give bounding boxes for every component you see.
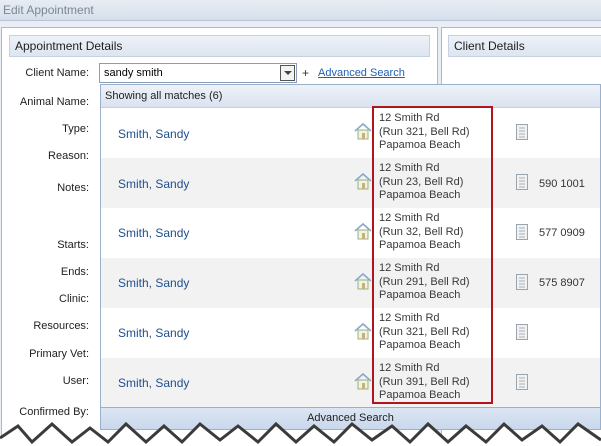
address-street: 12 Smith Rd (379, 212, 440, 224)
match-row[interactable]: Smith, Sandy 12 Smith Rd (Run 23, Bell R… (101, 158, 600, 208)
ends-label: Ends: (60, 266, 89, 278)
address-suburb: Papamoa Beach (379, 189, 461, 201)
clinic-label: Clinic: (59, 293, 89, 305)
dropdown-advanced-search-button[interactable]: Advanced Search (101, 407, 600, 429)
house-icon (354, 272, 372, 290)
user-label: User: (62, 375, 89, 387)
match-client-name[interactable]: Smith, Sandy (118, 326, 189, 340)
address-street: 12 Smith Rd (379, 112, 440, 124)
appointment-details-header: Appointment Details (9, 35, 430, 57)
match-phone: 575 8907 (539, 277, 585, 289)
phone-icon (516, 224, 528, 240)
address-run: (Run 391, Bell Rd) (379, 375, 470, 388)
house-icon (354, 222, 372, 240)
match-client-name[interactable]: Smith, Sandy (118, 226, 189, 240)
match-address: 12 Smith Rd (Run 23, Bell Rd) Papamoa Be… (379, 162, 463, 203)
chevron-down-icon[interactable] (280, 65, 295, 81)
match-phone: 577 0909 (539, 227, 585, 239)
match-address: 12 Smith Rd (Run 32, Bell Rd) Papamoa Be… (379, 212, 463, 253)
client-matches-dropdown: Showing all matches (6) Smith, Sandy 12 … (100, 84, 601, 430)
reason-label: Reason: (48, 150, 89, 162)
phone-icon (516, 174, 528, 190)
client-name-input-value[interactable]: sandy smith (104, 67, 163, 79)
address-suburb: Papamoa Beach (379, 139, 461, 151)
match-client-name[interactable]: Smith, Sandy (118, 177, 189, 191)
match-address: 12 Smith Rd (Run 321, Bell Rd) Papamoa B… (379, 312, 470, 353)
client-name-combobox[interactable]: sandy smith (99, 63, 297, 83)
address-street: 12 Smith Rd (379, 162, 440, 174)
client-details-header: Client Details (448, 35, 601, 57)
type-label: Type: (62, 123, 89, 135)
phone-icon (516, 274, 528, 290)
match-phone: 590 1001 (539, 178, 585, 190)
window-title: Edit Appointment (0, 0, 601, 21)
match-address: 12 Smith Rd (Run 391, Bell Rd) Papamoa B… (379, 362, 470, 403)
address-suburb: Papamoa Beach (379, 389, 461, 401)
match-row[interactable]: Smith, Sandy 12 Smith Rd (Run 321, Bell … (101, 308, 600, 358)
address-suburb: Papamoa Beach (379, 289, 461, 301)
address-street: 12 Smith Rd (379, 262, 440, 274)
notes-label: Notes: (57, 182, 89, 194)
match-client-name[interactable]: Smith, Sandy (118, 376, 189, 390)
house-icon (354, 172, 372, 190)
phone-icon (516, 124, 528, 140)
phone-icon (516, 374, 528, 390)
match-row[interactable]: Smith, Sandy 12 Smith Rd (Run 321, Bell … (101, 108, 600, 158)
house-icon (354, 322, 372, 340)
address-street: 12 Smith Rd (379, 362, 440, 374)
match-row[interactable]: Smith, Sandy 12 Smith Rd (Run 391, Bell … (101, 358, 600, 408)
client-name-label: Client Name: (25, 67, 89, 79)
starts-label: Starts: (57, 239, 89, 251)
match-row[interactable]: Smith, Sandy 12 Smith Rd (Run 291, Bell … (101, 258, 600, 308)
address-run: (Run 321, Bell Rd) (379, 125, 470, 138)
house-icon (354, 372, 372, 390)
matches-header: Showing all matches (6) (101, 85, 600, 108)
phone-icon (516, 324, 528, 340)
address-run: (Run 321, Bell Rd) (379, 325, 470, 338)
address-suburb: Papamoa Beach (379, 239, 461, 251)
address-run: (Run 32, Bell Rd) (379, 225, 464, 238)
advanced-search-link[interactable]: Advanced Search (318, 67, 405, 79)
animal-name-label: Animal Name: (19, 96, 89, 108)
confirmed-by-label: Confirmed By: (19, 406, 89, 418)
match-address: 12 Smith Rd (Run 321, Bell Rd) Papamoa B… (379, 112, 470, 153)
house-icon (354, 122, 372, 140)
primary-vet-label: Primary Vet: (29, 348, 89, 360)
add-client-button[interactable]: + (300, 65, 311, 81)
match-client-name[interactable]: Smith, Sandy (118, 276, 189, 290)
address-run: (Run 291, Bell Rd) (379, 275, 470, 288)
match-client-name[interactable]: Smith, Sandy (118, 127, 189, 141)
address-street: 12 Smith Rd (379, 312, 440, 324)
match-row[interactable]: Smith, Sandy 12 Smith Rd (Run 32, Bell R… (101, 208, 600, 258)
address-run: (Run 23, Bell Rd) (379, 175, 464, 188)
address-suburb: Papamoa Beach (379, 339, 461, 351)
resources-label: Resources: (33, 320, 89, 332)
match-address: 12 Smith Rd (Run 291, Bell Rd) Papamoa B… (379, 262, 470, 303)
